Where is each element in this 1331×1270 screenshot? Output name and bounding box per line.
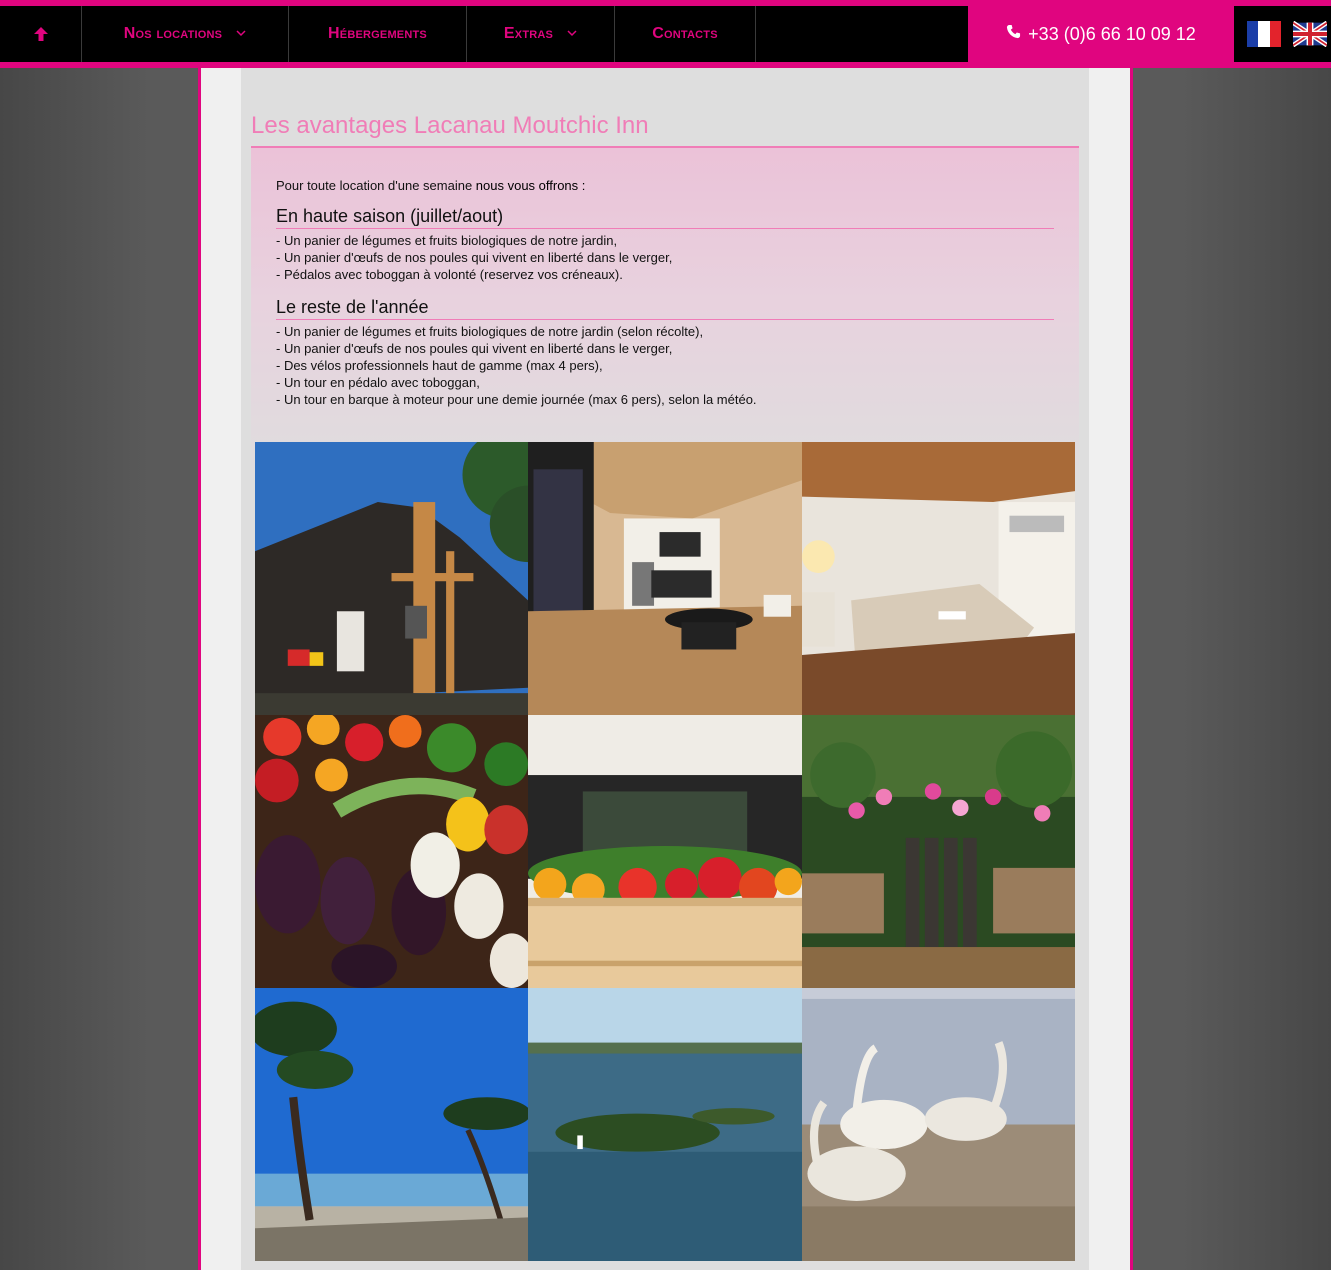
list-item: - Des vélos professionnels haut de gamme… [276, 358, 603, 373]
high-season-list: - Un panier de légumes et fruits biologi… [276, 232, 1054, 283]
nav-item-label: Nos locations [123, 25, 223, 42]
list-item: - Un tour en pédalo avec toboggan, [276, 375, 480, 390]
nav-hebergements[interactable]: Hébergements [289, 6, 467, 62]
nav-item-label: Extras [503, 25, 554, 42]
nav-nos-locations[interactable]: Nos locations [82, 6, 289, 62]
intro-prefix: Pour toute location d'une semaine [276, 178, 476, 193]
photo-pine-lake[interactable] [255, 988, 528, 1261]
photo-wooden-house[interactable] [255, 442, 528, 715]
nav-contacts[interactable]: Contacts [615, 6, 756, 62]
phone-link[interactable]: +33 (0)6 66 10 09 12 [968, 6, 1234, 62]
rest-of-year-heading: Le reste de l'année [276, 297, 1054, 320]
list-item: - Un panier de légumes et fruits biologi… [276, 324, 704, 339]
rest-of-year-list: - Un panier de légumes et fruits biologi… [276, 323, 1054, 408]
intro-bold: nous vous offrons : [475, 178, 586, 193]
scroll-top-button[interactable] [0, 6, 82, 62]
main-content: Les avantages Lacanau Moutchic Inn Pour … [241, 68, 1089, 1270]
intro-text: Pour toute location d'une semaine nous v… [276, 178, 1054, 193]
photo-swans[interactable] [802, 988, 1075, 1261]
main-nav: Nos locations Hébergements Extras Contac… [0, 6, 968, 62]
uk-flag-icon[interactable] [1293, 21, 1327, 47]
page-title: Les avantages Lacanau Moutchic Inn [251, 112, 649, 139]
phone-number: +33 (0)6 66 10 09 12 [1028, 23, 1196, 44]
phone-icon [1006, 24, 1021, 44]
photo-vegetables[interactable] [255, 715, 528, 988]
photo-kitchen[interactable] [528, 442, 802, 715]
list-item: - Un panier d'œufs de nos poules qui viv… [276, 341, 673, 356]
list-item: - Un panier d'œufs de nos poules qui viv… [276, 250, 673, 265]
benefits-panel: Pour toute location d'une semaine nous v… [251, 146, 1079, 488]
list-item: - Un tour en barque à moteur pour une de… [276, 392, 757, 407]
language-switcher [1234, 6, 1331, 62]
photo-gallery [255, 442, 1075, 1261]
list-item: - Un panier de légumes et fruits biologi… [276, 233, 618, 248]
photo-island[interactable] [528, 988, 802, 1261]
nav-extras[interactable]: Extras [467, 6, 615, 62]
photo-garden[interactable] [802, 715, 1075, 988]
high-season-heading: En haute saison (juillet/aout) [276, 206, 1054, 229]
arrow-up-icon [33, 27, 48, 41]
top-navbar: Nos locations Hébergements Extras Contac… [0, 0, 1331, 68]
fr-flag-icon[interactable] [1247, 21, 1281, 47]
chevron-down-icon [567, 28, 577, 40]
list-item: - Pédalos avec toboggan à volonté (reser… [276, 267, 623, 282]
photo-bedroom[interactable] [802, 442, 1075, 715]
nav-item-label: Hébergements [328, 25, 427, 42]
photo-tomato-crate[interactable] [528, 715, 802, 988]
nav-item-label: Contacts [652, 25, 718, 42]
chevron-down-icon [236, 28, 246, 40]
